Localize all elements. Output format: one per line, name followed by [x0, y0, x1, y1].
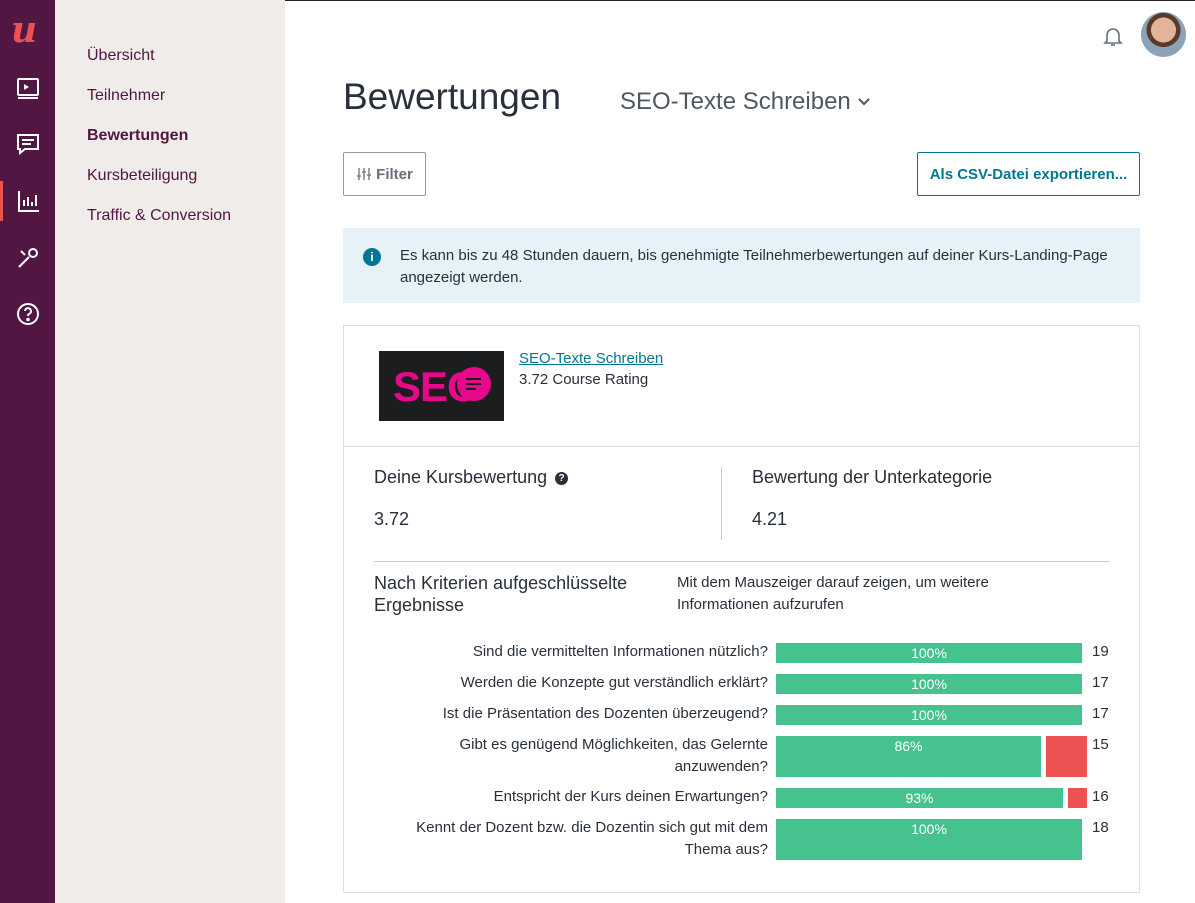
subnav-item-overview[interactable]: Übersicht	[87, 47, 155, 65]
horizontal-divider	[374, 561, 1110, 562]
criteria-count: 16	[1092, 788, 1109, 805]
criteria-count: 17	[1092, 674, 1109, 691]
speech-bubble-icon	[457, 367, 491, 401]
page-title: Bewertungen	[343, 76, 562, 117]
icon-rail: u	[0, 0, 55, 903]
positive-bar[interactable]: 100%	[776, 643, 1082, 663]
subcategory-rating-value: 4.21	[752, 509, 788, 529]
own-rating-label: Deine Kursbewertung?	[374, 467, 569, 488]
course-rating: 3.72 Course Rating	[519, 371, 649, 388]
chevron-down-icon	[858, 98, 870, 106]
user-avatar[interactable]	[1141, 12, 1186, 57]
main-content: Bewertungen SEO-Texte Schreiben Filter A…	[285, 0, 1195, 903]
filter-sliders-icon	[357, 168, 372, 180]
positive-bar[interactable]: 100%	[776, 819, 1082, 860]
negative-bar[interactable]	[1068, 788, 1087, 808]
courses-icon[interactable]	[0, 68, 55, 108]
own-rating-value: 3.72	[374, 509, 410, 529]
export-csv-button[interactable]: Als CSV-Datei exportieren...	[917, 152, 1140, 196]
performance-icon[interactable]	[0, 181, 55, 221]
criteria-hint: Mit dem Mauszeiger darauf zeigen, um wei…	[677, 574, 989, 613]
course-thumbnail[interactable]: SEO	[379, 351, 504, 421]
sub-navigation: Übersicht Teilnehmer Bewertungen Kursbet…	[55, 0, 285, 903]
criteria-title: Nach Kriterien aufgeschlüsselte Ergebnis…	[374, 573, 628, 615]
positive-bar[interactable]: 86%	[776, 736, 1041, 777]
course-select-label: SEO-Texte Schreiben	[620, 88, 851, 115]
criteria-question: Kennt der Dozent bzw. die Dozentin sich …	[416, 819, 768, 858]
udemy-logo[interactable]: u	[11, 12, 45, 48]
negative-bar[interactable]	[1046, 736, 1087, 777]
filter-button-label: Filter	[376, 165, 413, 183]
course-name-link[interactable]: SEO-Texte Schreiben	[519, 350, 663, 367]
ratings-panel: Deine Kursbewertung? 3.72 Bewertung der …	[343, 447, 1140, 893]
positive-bar[interactable]: 100%	[776, 674, 1082, 694]
own-rating-label-text: Deine Kursbewertung	[374, 467, 548, 487]
subnav-item-traffic[interactable]: Traffic & Conversion	[87, 207, 231, 225]
info-banner: i Es kann bis zu 48 Stunden dauern, bis …	[343, 228, 1140, 303]
messages-icon[interactable]	[0, 124, 55, 164]
subnav-item-reviews[interactable]: Bewertungen	[87, 127, 188, 145]
criteria-question: Werden die Konzepte gut verständlich erk…	[460, 674, 768, 691]
filter-button[interactable]: Filter	[343, 152, 426, 196]
info-text: Es kann bis zu 48 Stunden dauern, bis ge…	[400, 247, 1108, 286]
info-icon: i	[363, 248, 381, 266]
criteria-count: 15	[1092, 736, 1109, 753]
positive-bar[interactable]: 100%	[776, 705, 1082, 725]
criteria-count: 19	[1092, 643, 1109, 660]
criteria-question: Ist die Präsentation des Dozenten überze…	[442, 705, 768, 722]
criteria-question: Gibt es genügend Möglichkeiten, das Gele…	[459, 736, 768, 775]
positive-bar[interactable]: 93%	[776, 788, 1063, 808]
notification-bell-icon[interactable]	[1101, 24, 1125, 48]
subnav-item-engagement[interactable]: Kursbeteiligung	[87, 167, 197, 185]
vertical-divider	[721, 467, 722, 540]
course-select[interactable]: SEO-Texte Schreiben	[620, 88, 871, 116]
course-card: SEO SEO-Texte Schreiben 3.72 Course Rati…	[343, 325, 1140, 447]
help-icon[interactable]	[0, 294, 55, 334]
tools-icon[interactable]	[0, 238, 55, 278]
criteria-count: 18	[1092, 819, 1109, 836]
criteria-question: Entspricht der Kurs deinen Erwartungen?	[493, 788, 768, 805]
top-divider	[285, 0, 1195, 1]
help-tooltip-icon[interactable]: ?	[555, 472, 569, 485]
subnav-item-students[interactable]: Teilnehmer	[87, 87, 165, 105]
criteria-count: 17	[1092, 705, 1109, 722]
subcategory-rating-label: Bewertung der Unterkategorie	[752, 467, 993, 487]
criteria-question: Sind die vermittelten Informationen nütz…	[472, 643, 768, 660]
